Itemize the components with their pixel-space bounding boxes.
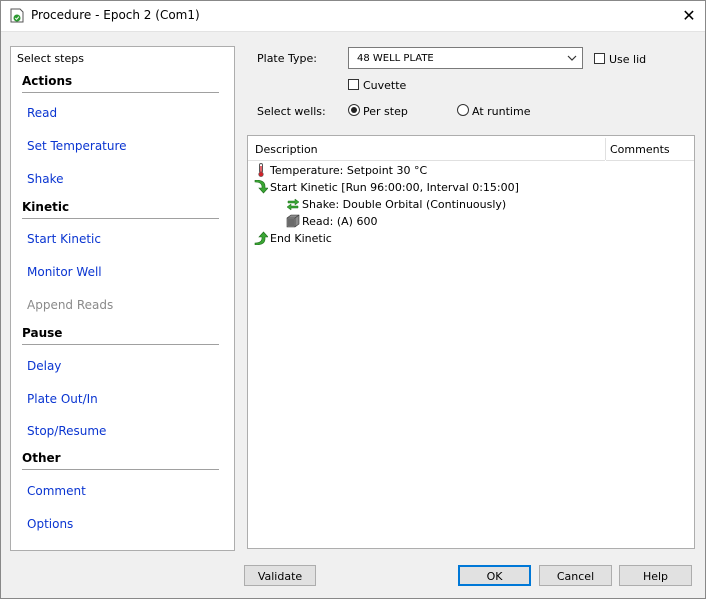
per-step-radio[interactable] <box>348 104 360 116</box>
validate-button[interactable]: Validate <box>244 565 316 586</box>
at-runtime-radio[interactable] <box>457 104 469 116</box>
cuvette-checkbox[interactable] <box>348 79 359 90</box>
app-icon <box>10 8 24 23</box>
plate-type-value: 48 WELL PLATE <box>357 53 434 64</box>
comments-column-label: Comments <box>610 143 670 156</box>
procedure-row-text: Read: (A) 600 <box>302 215 378 228</box>
use-lid-label[interactable]: Use lid <box>609 53 646 66</box>
steps-panel-header: Select steps <box>17 52 84 65</box>
description-column-label: Description <box>255 143 318 156</box>
procedure-row-text: End Kinetic <box>270 232 332 245</box>
procedure-list[interactable]: Description Comments Temperature: Setpoi… <box>247 135 695 549</box>
step-comment[interactable]: Comment <box>27 484 86 498</box>
at-runtime-label[interactable]: At runtime <box>472 105 530 118</box>
procedure-row-text: Temperature: Setpoint 30 °C <box>270 164 428 177</box>
step-plate-out-in[interactable]: Plate Out/In <box>27 392 98 406</box>
step-start-kinetic[interactable]: Start Kinetic <box>27 232 101 246</box>
group-actions-divider <box>22 92 219 93</box>
step-options[interactable]: Options <box>27 517 73 531</box>
per-step-label[interactable]: Per step <box>363 105 408 118</box>
window-title: Procedure - Epoch 2 (Com1) <box>31 8 200 22</box>
close-button[interactable]: ✕ <box>675 4 703 28</box>
procedure-row-text: Start Kinetic [Run 96:00:00, Interval 0:… <box>270 181 519 194</box>
plate-type-label: Plate Type: <box>257 52 317 65</box>
procedure-row-text: Shake: Double Orbital (Continuously) <box>302 198 507 211</box>
close-icon: ✕ <box>682 6 696 25</box>
steps-panel: Select steps Actions Read Set Temperatur… <box>10 46 235 551</box>
read-icon <box>286 214 300 228</box>
title-bar: Procedure - Epoch 2 (Com1) ✕ <box>0 0 706 32</box>
ok-button[interactable]: OK <box>458 565 531 586</box>
cuvette-label[interactable]: Cuvette <box>363 79 406 92</box>
end-kinetic-icon <box>254 231 268 245</box>
step-append-reads: Append Reads <box>27 298 114 312</box>
step-stop-resume[interactable]: Stop/Resume <box>27 424 106 438</box>
step-monitor-well[interactable]: Monitor Well <box>27 265 102 279</box>
group-other-divider <box>22 469 219 470</box>
thermometer-icon <box>258 163 264 177</box>
group-pause-divider <box>22 344 219 345</box>
plate-type-select[interactable]: 48 WELL PLATE <box>348 47 583 69</box>
step-shake[interactable]: Shake <box>27 172 63 186</box>
use-lid-checkbox[interactable] <box>594 53 605 64</box>
description-column-header[interactable]: Description <box>248 136 605 161</box>
comments-column-header[interactable]: Comments <box>606 136 694 161</box>
chevron-down-icon <box>567 55 577 61</box>
step-read[interactable]: Read <box>27 106 57 120</box>
select-wells-label: Select wells: <box>257 105 326 118</box>
help-button[interactable]: Help <box>619 565 692 586</box>
start-kinetic-icon <box>254 180 268 194</box>
step-delay[interactable]: Delay <box>27 359 61 373</box>
cancel-button[interactable]: Cancel <box>539 565 612 586</box>
group-other-title: Other <box>22 451 61 465</box>
group-kinetic-title: Kinetic <box>22 200 70 214</box>
step-set-temperature[interactable]: Set Temperature <box>27 139 127 153</box>
group-actions-title: Actions <box>22 74 73 88</box>
group-pause-title: Pause <box>22 326 63 340</box>
shake-icon <box>286 198 300 211</box>
group-kinetic-divider <box>22 218 219 219</box>
